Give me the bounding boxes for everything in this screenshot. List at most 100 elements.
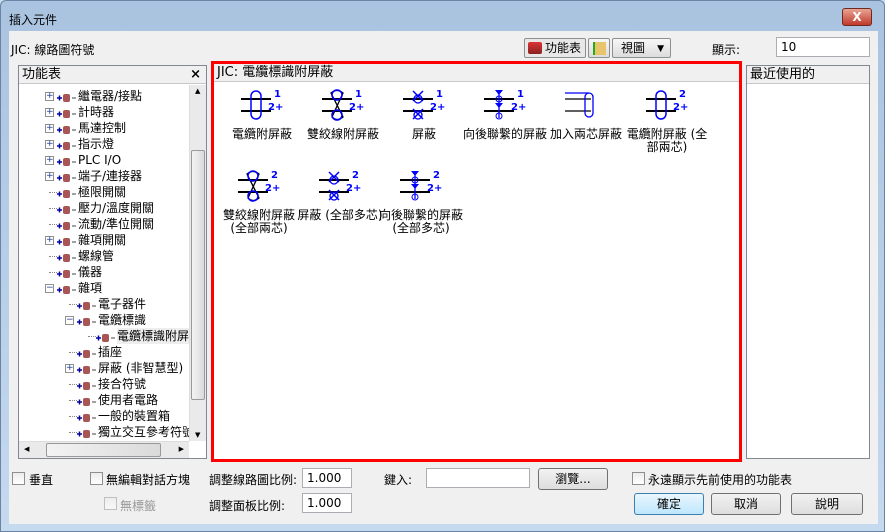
- shield-loop-2-icon: 2 2+: [624, 88, 710, 122]
- help-button[interactable]: 說明: [791, 493, 863, 515]
- tree-connector: [49, 256, 57, 257]
- expand-icon[interactable]: +: [45, 108, 54, 117]
- collapse-icon[interactable]: −: [65, 316, 74, 325]
- panel-scale-input[interactable]: 1.000: [302, 493, 352, 513]
- vertical-label: 垂直: [29, 473, 54, 487]
- tree-item[interactable]: 插座: [19, 344, 189, 360]
- scroll-up-icon[interactable]: ▲: [195, 87, 200, 95]
- expand-icon[interactable]: +: [45, 124, 54, 133]
- tree-item[interactable]: 極限開關: [19, 184, 189, 200]
- type-input[interactable]: [426, 468, 530, 488]
- hscroll-thumb[interactable]: [46, 443, 161, 457]
- recent-panel: 最近使用的: [746, 65, 870, 459]
- menu-panel-header: 功能表 ×: [19, 66, 206, 84]
- expand-icon[interactable]: +: [45, 172, 54, 181]
- component-node-icon: [57, 203, 76, 214]
- svg-text:2+: 2+: [430, 102, 445, 113]
- tree-connector: [69, 432, 77, 433]
- svg-text:1: 1: [355, 89, 362, 100]
- symbol-item[interactable]: 2 2+ 屏蔽 (全部多芯): [297, 169, 383, 222]
- svg-text:2: 2: [271, 170, 278, 181]
- symbol-item[interactable]: 2 2+ 向後聯繫的屏蔽 (全部多芯): [378, 169, 464, 235]
- no-edit-dialog-checkbox[interactable]: [90, 472, 103, 485]
- tree-item[interactable]: 螺線管: [19, 248, 189, 264]
- symbol-item[interactable]: 1 2+ 電纜附屏蔽: [219, 88, 305, 141]
- tree-item[interactable]: − 電纜標識: [19, 312, 189, 328]
- scroll-thumb[interactable]: [191, 150, 205, 400]
- view-dropdown[interactable]: 視圖 ▼: [612, 38, 671, 58]
- twisted-2-icon: 2 2+: [216, 169, 302, 203]
- horizontal-scrollbar[interactable]: ◀ ▶: [19, 441, 189, 458]
- tree-item[interactable]: 電子器件: [19, 296, 189, 312]
- tree-connector: [69, 304, 77, 305]
- tree-item[interactable]: + 計時器: [19, 104, 189, 120]
- tree-item[interactable]: 獨立交互參考符號: [19, 424, 194, 440]
- close-icon[interactable]: ×: [190, 66, 201, 84]
- expand-icon[interactable]: +: [45, 236, 54, 245]
- display-label: 顯示:: [712, 43, 741, 57]
- shield-x-1-icon: 1 2+: [381, 88, 467, 122]
- expand-icon[interactable]: +: [45, 140, 54, 149]
- expand-icon[interactable]: +: [45, 92, 54, 101]
- cancel-button[interactable]: 取消: [711, 493, 781, 515]
- collapse-icon[interactable]: −: [45, 284, 54, 293]
- tree-item[interactable]: 電纜標識附屏: [19, 328, 192, 344]
- tree-item[interactable]: + 雜項開關: [19, 232, 189, 248]
- symbols-panel: JIC: 電纜標識附屏蔽 1 2+ 電纜附屏蔽 1 2+ 雙絞線附屏蔽 1 2+ 屏蔽 1 2+ 向後…: [211, 61, 742, 462]
- component-node-icon: [77, 363, 96, 374]
- symbol-item[interactable]: 1 2+ 雙絞線附屏蔽: [300, 88, 386, 141]
- svg-text:2+: 2+: [511, 102, 526, 113]
- scroll-right-icon[interactable]: ▶: [179, 445, 184, 453]
- chevron-down-icon: ▼: [657, 44, 664, 54]
- up-folder-button[interactable]: [588, 38, 610, 58]
- schematic-scale-input[interactable]: 1.000: [302, 468, 352, 488]
- vertical-scrollbar[interactable]: ▲ ▼: [189, 85, 206, 441]
- tree-item[interactable]: + PLC I/O: [19, 152, 189, 168]
- symbol-label: 電纜附屏蔽 (全部兩芯): [626, 127, 708, 154]
- no-tag-checkbox[interactable]: [104, 497, 117, 510]
- symbol-item[interactable]: 1 2+ 向後聯繫的屏蔽: [462, 88, 548, 141]
- component-node-icon: [57, 171, 76, 182]
- symbol-item[interactable]: 2 2+ 電纜附屏蔽 (全部兩芯): [624, 88, 710, 154]
- svg-text:2+: 2+: [265, 183, 280, 194]
- svg-text:2: 2: [433, 170, 440, 181]
- component-node-icon: [57, 283, 76, 294]
- tree-connector: [69, 416, 77, 417]
- expand-icon[interactable]: +: [65, 364, 74, 373]
- close-button[interactable]: X: [842, 8, 872, 26]
- tree-item-label: 指示燈: [78, 137, 115, 151]
- tree-item[interactable]: 接合符號: [19, 376, 189, 392]
- browse-button[interactable]: 瀏覽...: [538, 468, 608, 490]
- symbol-item[interactable]: 2 2+ 雙絞線附屏蔽 (全部兩芯): [216, 169, 302, 235]
- display-count-input[interactable]: 10: [776, 37, 870, 57]
- library-label: JIC: 線路圖符號: [11, 43, 95, 57]
- symbol-label: 雙絞線附屏蔽: [306, 127, 379, 141]
- menu-button[interactable]: 功能表: [524, 38, 586, 58]
- symbol-item[interactable]: 加入兩芯屏蔽: [543, 88, 629, 141]
- always-show-checkbox[interactable]: [632, 472, 645, 485]
- tree-item[interactable]: 流動/準位開關: [19, 216, 189, 232]
- tree-item[interactable]: 使用者電路: [19, 392, 189, 408]
- symbol-label: 加入兩芯屏蔽: [549, 127, 622, 141]
- tree-item[interactable]: + 端子/連接器: [19, 168, 189, 184]
- expand-icon[interactable]: +: [45, 156, 54, 165]
- component-node-icon: [77, 427, 96, 438]
- component-node-icon: [57, 107, 76, 118]
- tree-item[interactable]: + 馬達控制: [19, 120, 189, 136]
- vertical-checkbox[interactable]: [12, 472, 25, 485]
- tree-item[interactable]: − 雜項: [19, 280, 189, 296]
- panel-scale-label: 調整面板比例:: [209, 499, 286, 513]
- tree-item[interactable]: + 指示燈: [19, 136, 189, 152]
- scroll-left-icon[interactable]: ◀: [24, 445, 29, 453]
- symbol-label: 電纜附屏蔽: [231, 127, 292, 141]
- tree-item[interactable]: 儀器: [19, 264, 189, 280]
- tree-item[interactable]: + 屏蔽 (非智慧型): [19, 360, 189, 376]
- component-node-icon: [77, 299, 96, 310]
- tree-item[interactable]: 一般的裝置箱: [19, 408, 189, 424]
- ok-button[interactable]: 確定: [634, 493, 704, 515]
- tree-item[interactable]: + 繼電器/接點: [19, 88, 189, 104]
- symbol-item[interactable]: 1 2+ 屏蔽: [381, 88, 467, 141]
- scroll-down-icon[interactable]: ▼: [195, 431, 200, 439]
- tree-item-label: PLC I/O: [78, 153, 122, 167]
- tree-item[interactable]: 壓力/溫度開關: [19, 200, 189, 216]
